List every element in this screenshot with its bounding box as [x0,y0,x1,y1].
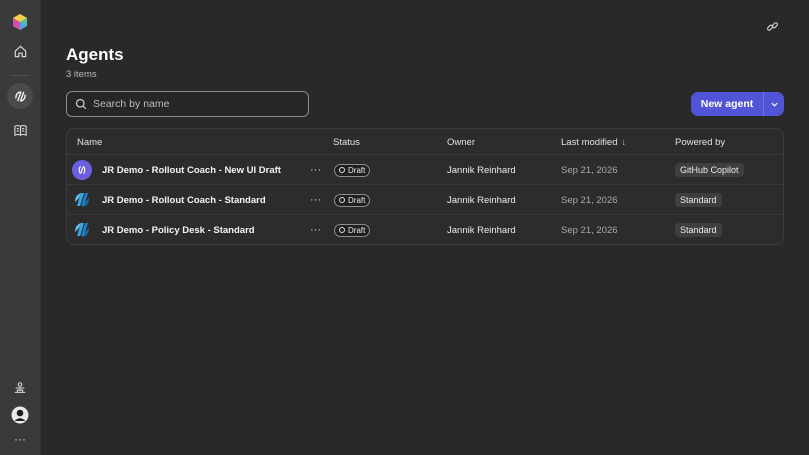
search-icon [75,98,87,110]
table-row[interactable]: JR Demo - Rollout Coach - Standard ··· D… [67,185,783,215]
rail-divider [10,75,30,76]
copilot-icon [72,160,92,180]
status-cell: Draft [334,155,371,185]
status-cell: Draft [334,215,371,244]
agent-name-cell: JR Demo - Rollout Coach - New UI Draft [72,155,281,185]
agent-name-cell: JR Demo - Policy Desk - Standard [72,215,255,244]
link-icon[interactable] [763,17,781,35]
draft-status-icon [339,167,345,173]
powered-by-cell: Standard [675,215,722,244]
left-rail: ··· [0,0,41,455]
owner-cell: Jannik Reinhard [447,224,516,236]
last-modified-cell: Sep 21, 2026 [561,194,618,206]
table-row[interactable]: JR Demo - Rollout Coach - New UI Draft ·… [67,155,783,185]
status-badge: Draft [334,193,371,207]
search-input[interactable] [93,98,293,110]
powered-by-badge: GitHub Copilot [675,163,744,177]
powered-by-badge: Standard [675,223,722,237]
draft-status-icon [339,197,345,203]
column-header-owner[interactable]: Owner [447,137,475,148]
item-count: 3 items [66,69,97,80]
sort-arrow-icon: ↓ [621,137,627,148]
status-badge: Draft [334,163,371,177]
agent-name[interactable]: JR Demo - Rollout Coach - New UI Draft [102,165,281,176]
last-modified-cell: Sep 21, 2026 [561,164,618,176]
main-content: Agents 3 items New agent Name Status Own… [41,0,809,455]
table-row[interactable]: JR Demo - Policy Desk - Standard ··· Dra… [67,215,783,244]
table-body: JR Demo - Rollout Coach - New UI Draft ·… [67,155,783,244]
column-header-last-modified-label: Last modified [561,137,618,148]
status-cell: Draft [334,185,371,215]
powered-by-cell: GitHub Copilot [675,155,744,185]
status-badge: Draft [334,223,371,237]
powered-by-badge: Standard [675,193,722,207]
library-icon[interactable] [8,118,32,142]
studio-icon [72,220,92,240]
agents-table: Name Status Owner Last modified ↓ Powere… [66,128,784,245]
owner-cell: Jannik Reinhard [447,164,516,176]
studio-icon [72,190,92,210]
column-header-powered-by[interactable]: Powered by [675,137,725,148]
more-options-button[interactable]: ··· [310,215,321,244]
agents-icon[interactable] [7,83,33,109]
column-header-last-modified[interactable]: Last modified ↓ [561,137,626,148]
status-label: Draft [348,225,366,235]
page-title: Agents [66,45,124,64]
draft-status-icon [339,227,345,233]
powered-by-cell: Standard [675,185,722,215]
accessibility-icon[interactable] [8,376,32,400]
column-header-status[interactable]: Status [333,137,360,148]
chevron-down-icon [770,102,778,107]
last-modified-cell: Sep 21, 2026 [561,224,618,236]
table-header: Name Status Owner Last modified ↓ Powere… [67,129,783,155]
new-agent-dropdown[interactable] [764,92,784,116]
new-agent-split-button: New agent [691,92,784,116]
user-avatar[interactable] [8,403,32,427]
app-logo-icon[interactable] [8,10,32,34]
more-icon[interactable]: ··· [8,427,32,451]
more-options-button[interactable]: ··· [310,185,321,215]
owner-cell: Jannik Reinhard [447,194,516,206]
status-label: Draft [348,165,366,175]
column-header-name[interactable]: Name [77,137,102,148]
status-label: Draft [348,195,366,205]
agent-name[interactable]: JR Demo - Policy Desk - Standard [102,225,255,236]
search-box[interactable] [66,91,309,117]
more-options-button[interactable]: ··· [310,155,321,185]
home-icon[interactable] [8,39,32,63]
agent-name[interactable]: JR Demo - Rollout Coach - Standard [102,195,266,206]
new-agent-button[interactable]: New agent [691,92,764,116]
agent-name-cell: JR Demo - Rollout Coach - Standard [72,185,266,215]
